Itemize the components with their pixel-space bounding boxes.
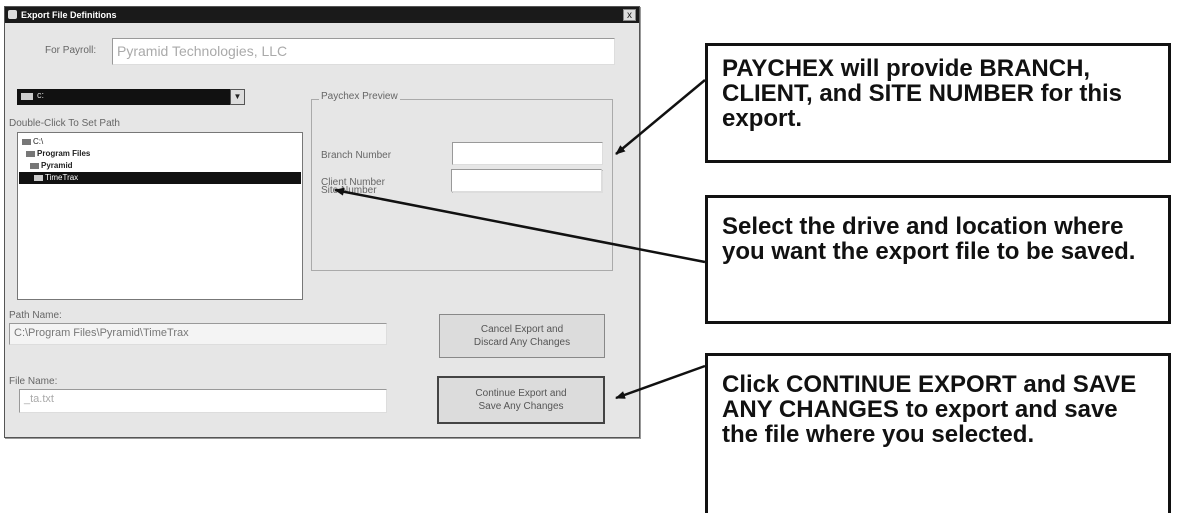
callout-arrows	[334, 79, 706, 400]
arrow-to-folder-tree	[334, 187, 706, 264]
arrow-to-continue-button	[615, 364, 706, 400]
arrow-to-paychex-fields	[615, 79, 706, 155]
